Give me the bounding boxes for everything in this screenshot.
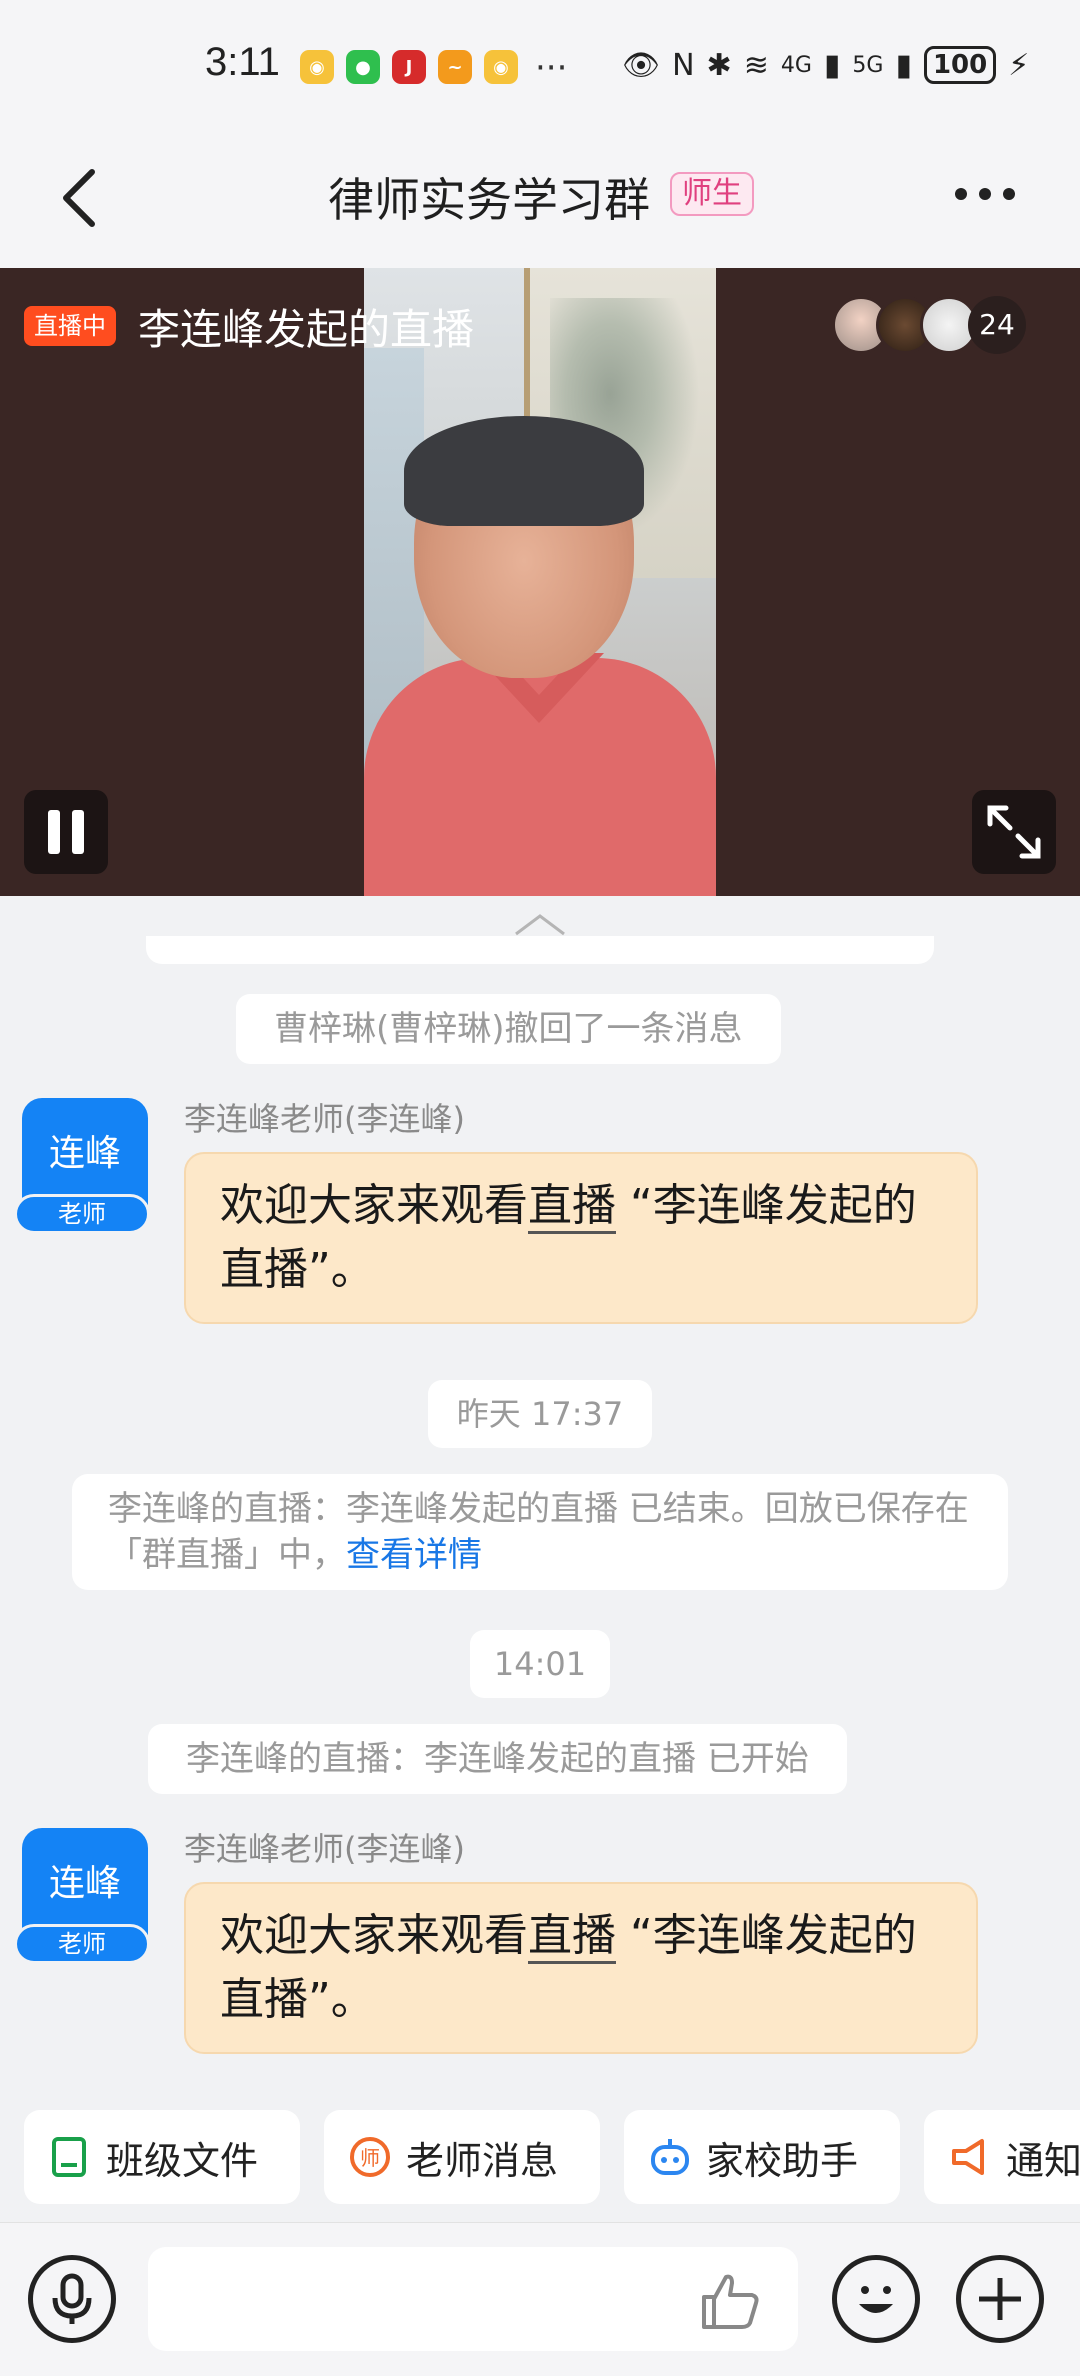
thumbs-up-icon[interactable] (698, 2269, 762, 2331)
live-link[interactable]: 直播 (528, 1910, 616, 1964)
status-bar: 3:11 ◉ ● J ~ ◉ ··· 👁 N ✱ ≋ 4G ▮ 5G ▮ 100… (0, 0, 1080, 130)
quick-action-bar[interactable]: 班级文件 师 老师消息 家校助手 通知 (0, 2102, 1080, 2222)
teacher-messages-button[interactable]: 师 老师消息 (324, 2110, 600, 2204)
robot-icon (651, 2139, 689, 2175)
home-school-assistant-button[interactable]: 家校助手 (624, 2110, 900, 2204)
signal-4g: 4G (780, 52, 812, 78)
pause-button[interactable] (24, 790, 108, 874)
signal-icon: ▮ (823, 47, 841, 83)
message-bubble[interactable]: 欢迎大家来观看直播 “李连峰发起的直播”。 (184, 1152, 978, 1324)
avatar-name: 连峰 (48, 1133, 121, 1174)
battery-indicator: 100 (923, 46, 997, 84)
live-link[interactable]: 直播 (528, 1180, 616, 1234)
weibo-icon: ◉ (300, 50, 334, 84)
nfc-icon: N (672, 47, 695, 83)
notification-icons: ◉ ● J ~ ◉ (300, 50, 518, 84)
sender-name: 李连峰老师(李连峰) (184, 1830, 465, 1868)
wifi-icon: ≋ (743, 47, 769, 83)
more-horizontal-icon (955, 188, 967, 200)
megaphone-icon (952, 2139, 984, 2175)
signal-5g: 5G (852, 52, 884, 78)
viewer-list[interactable]: 24 (832, 296, 1026, 354)
teacher-message-icon: 师 (350, 2137, 390, 2177)
voice-button[interactable] (28, 2255, 116, 2343)
previous-message-fragment (146, 936, 934, 964)
timestamp: 昨天 17:37 (428, 1380, 652, 1448)
chevron-left-icon (63, 169, 95, 227)
live-title: 李连峰发起的直播 (138, 305, 475, 354)
message-input-bar (0, 2222, 1080, 2376)
live-status-badge: 直播中 (24, 306, 116, 346)
system-indicators: 👁 N ✱ ≋ 4G ▮ 5G ▮ 100 ⚡ (622, 46, 1029, 84)
microphone-icon (52, 2273, 92, 2324)
group-type-badge: 师生 (670, 172, 754, 216)
live-ended-notice: 李连峰的直播：李连峰发起的直播 已结束。回放已保存在「群直播」中，查看详情 (72, 1474, 1008, 1590)
weibo-icon-2: ◉ (484, 50, 518, 84)
live-video-player[interactable]: 直播中 李连峰发起的直播 24 (0, 268, 1080, 896)
svg-text:师: 师 (360, 2146, 380, 2170)
taobao-icon: ~ (438, 50, 472, 84)
avatar[interactable]: 连峰 老师 (14, 1098, 150, 1234)
back-button[interactable] (52, 166, 112, 230)
avatar[interactable]: 连峰 老师 (14, 1828, 150, 1964)
signal-icon-2: ▮ (895, 47, 912, 83)
video-frame (364, 268, 716, 896)
recall-notice: 曹梓琳(曹梓琳)撤回了一条消息 (236, 994, 781, 1064)
jd-icon: J (392, 50, 426, 84)
view-details-link[interactable]: 查看详情 (346, 1535, 482, 1575)
group-title: 律师实务学习群 (328, 173, 650, 227)
avatar-name: 连峰 (48, 1863, 121, 1904)
expand-icon (987, 805, 1041, 859)
teacher-role-badge: 老师 (14, 1194, 150, 1234)
sender-name: 李连峰老师(李连峰) (184, 1100, 465, 1138)
emoji-button[interactable] (832, 2255, 920, 2343)
more-button[interactable] (955, 188, 1015, 200)
message-input[interactable] (148, 2247, 798, 2351)
notifications-button[interactable]: 通知 (924, 2110, 1080, 2204)
eye-icon: 👁 (622, 47, 661, 83)
emoji-icon (859, 2286, 893, 2313)
presenter-shirt (364, 658, 716, 896)
chevron-up-icon[interactable] (512, 910, 568, 938)
charging-icon: ⚡ (1008, 47, 1030, 83)
add-button[interactable] (956, 2255, 1044, 2343)
plus-icon (979, 2278, 1021, 2320)
chat-header: 律师实务学习群 师生 (0, 130, 1080, 268)
teacher-role-badge: 老师 (14, 1924, 150, 1964)
live-started-notice: 李连峰的直播：李连峰发起的直播 已开始 (148, 1724, 847, 1794)
wechat-icon: ● (346, 50, 380, 84)
file-icon (52, 2137, 86, 2177)
chat-message-list[interactable]: 曹梓琳(曹梓琳)撤回了一条消息 连峰 老师 李连峰老师(李连峰) 欢迎大家来观看… (0, 896, 1080, 2102)
message-bubble[interactable]: 欢迎大家来观看直播 “李连峰发起的直播”。 (184, 1882, 978, 2054)
more-notifications-icon: ··· (535, 48, 568, 88)
bluetooth-icon: ✱ (706, 47, 732, 83)
timestamp: 14:01 (470, 1630, 610, 1698)
class-files-button[interactable]: 班级文件 (24, 2110, 300, 2204)
viewer-count: 24 (968, 296, 1026, 354)
status-time: 3:11 (205, 40, 280, 84)
fullscreen-button[interactable] (972, 790, 1056, 874)
